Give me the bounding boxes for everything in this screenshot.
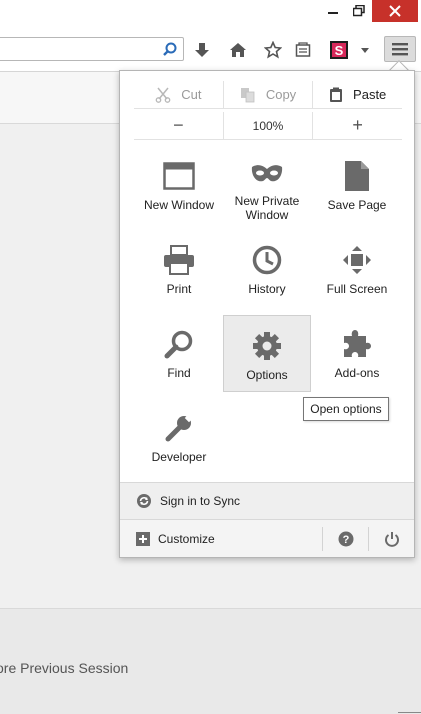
new-window-label: New Window [143, 198, 215, 212]
full-screen-label: Full Screen [326, 282, 388, 296]
restore-session-link[interactable]: ore Previous Session [0, 660, 128, 676]
new-window-button[interactable]: New Window [135, 146, 223, 222]
history-clock-icon [252, 242, 282, 278]
svg-text:?: ? [342, 534, 349, 546]
cut-button[interactable]: Cut [134, 81, 223, 108]
quit-button[interactable] [368, 526, 414, 551]
print-button[interactable]: Print [135, 230, 223, 306]
restore-button[interactable] [346, 0, 372, 22]
new-window-icon [163, 158, 195, 194]
new-private-window-label: New Private Window [234, 194, 300, 222]
magnifier-icon [164, 326, 194, 362]
options-label: Options [246, 368, 288, 382]
title-bar [0, 0, 421, 24]
save-page-button[interactable]: Save Page [313, 146, 401, 222]
paste-button[interactable]: Paste [312, 81, 402, 108]
downloads-icon[interactable] [191, 39, 213, 61]
close-icon [389, 5, 401, 17]
sign-in-to-sync-button[interactable]: Sign in to Sync [120, 482, 414, 520]
puzzle-icon [341, 326, 373, 362]
minimize-icon [328, 12, 338, 14]
copy-icon [240, 87, 255, 102]
zoom-reset-button[interactable]: 100% [222, 112, 313, 139]
private-mask-icon [250, 158, 284, 190]
help-icon: ? [338, 531, 353, 546]
zoom-in-button[interactable]: + [312, 112, 402, 139]
copy-label: Copy [265, 87, 297, 102]
options-tooltip: Open options [303, 397, 389, 421]
copy-button[interactable]: Copy [222, 81, 313, 108]
nav-toolbar: S [0, 24, 421, 72]
gear-icon [252, 328, 282, 364]
print-label: Print [166, 282, 192, 296]
find-button[interactable]: Find [135, 314, 223, 390]
bookmark-star-icon[interactable] [262, 39, 284, 61]
fullscreen-icon [342, 242, 372, 278]
add-ons-button[interactable]: Add-ons [313, 314, 401, 390]
find-label: Find [167, 366, 191, 380]
sync-label: Sign in to Sync [160, 494, 241, 508]
options-button[interactable]: Options [223, 315, 311, 392]
pocket-icon[interactable]: S [328, 39, 350, 61]
zoom-out-button[interactable]: − [134, 112, 223, 139]
full-screen-button[interactable]: Full Screen [313, 230, 401, 306]
customize-row: Customize ? [120, 520, 414, 557]
developer-button[interactable]: Developer [135, 398, 223, 474]
restore-window-icon [353, 5, 365, 17]
developer-label: Developer [151, 450, 207, 464]
minimize-button[interactable] [320, 0, 346, 22]
add-ons-label: Add-ons [334, 366, 380, 380]
history-button[interactable]: History [223, 230, 311, 306]
save-page-icon [344, 158, 370, 194]
edit-controls: Cut Copy Paste [134, 81, 402, 109]
help-button[interactable]: ? [322, 526, 368, 551]
power-icon [384, 531, 399, 547]
divider [398, 712, 421, 713]
cut-label: Cut [181, 87, 202, 102]
plus-square-icon [136, 531, 150, 546]
close-window-button[interactable] [372, 0, 418, 22]
search-bar[interactable] [0, 37, 184, 61]
customize-label: Customize [158, 531, 215, 546]
clipboard-icon [330, 87, 343, 102]
home-icon[interactable] [227, 39, 249, 61]
save-page-label: Save Page [327, 198, 387, 212]
printer-icon [163, 242, 195, 278]
bookmarks-menu-icon[interactable] [292, 39, 314, 61]
customize-button[interactable]: Customize [120, 531, 322, 546]
open-menu-button[interactable] [384, 36, 416, 62]
new-private-window-button[interactable]: New Private Window [223, 146, 311, 222]
wrench-icon [164, 410, 194, 446]
main-menu-panel: Cut Copy Paste − 100% + New Window New P… [119, 70, 415, 558]
hamburger-menu-icon [392, 43, 408, 56]
paste-label: Paste [353, 87, 387, 102]
svg-text:S: S [335, 43, 344, 58]
history-label: History [248, 282, 286, 296]
zoom-controls: − 100% + [134, 112, 402, 140]
sync-icon [137, 494, 151, 508]
scissors-icon [155, 87, 171, 103]
pocket-dropdown-icon[interactable] [354, 39, 376, 61]
search-icon[interactable] [163, 42, 177, 59]
